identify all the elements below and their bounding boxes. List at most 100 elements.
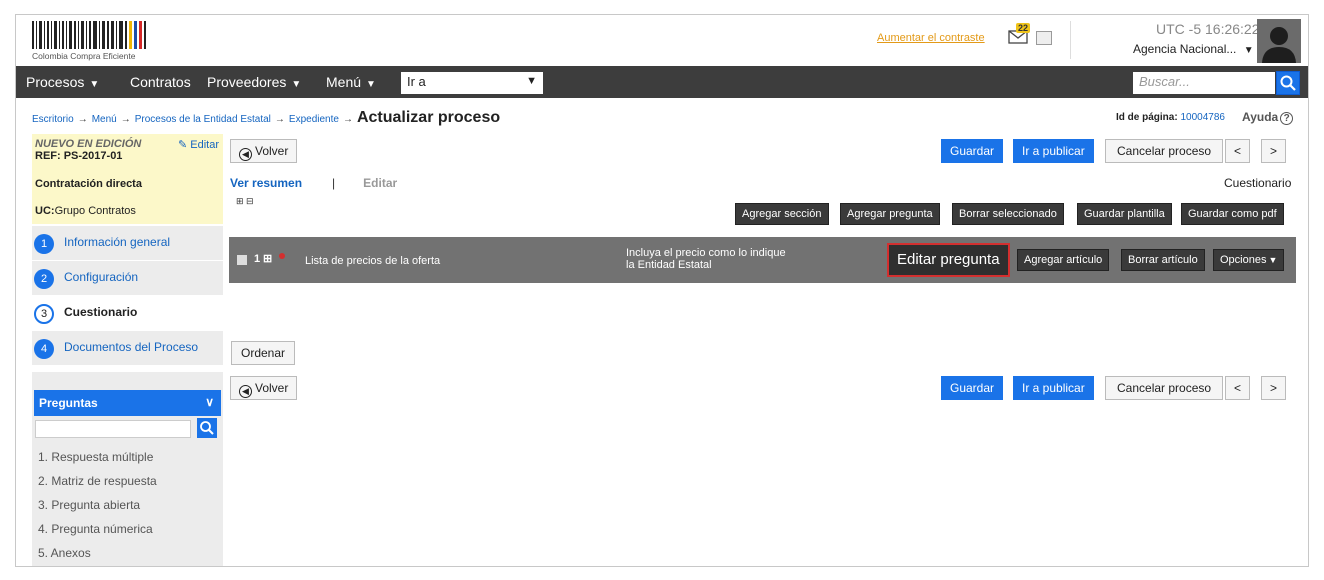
nav-proveedores[interactable]: Proveedores ▼ — [207, 74, 301, 90]
contract-type: Contratación directa — [32, 170, 223, 197]
guardar-button-bottom[interactable]: Guardar — [941, 376, 1004, 400]
goto-select[interactable]: Ir a ▼ — [401, 72, 543, 94]
pencil-icon: ✎ — [177, 139, 188, 151]
main-nav: Procesos ▼ Contratos Proveedores ▼ Menú ▼ I… — [16, 66, 1308, 98]
agregar-seccion-button[interactable]: Agregar sección — [735, 203, 829, 225]
step-label: Documentos del Proceso — [64, 340, 199, 354]
expand-collapse-icons[interactable]: ⊞ ⊟ — [236, 196, 254, 207]
step-label: Cuestionario — [64, 305, 138, 319]
question-description-line: la Entidad Estatal — [626, 259, 712, 271]
view-tabs: Ver resumen | Editar — [230, 176, 397, 190]
prev-button-top[interactable]: < — [1225, 139, 1251, 163]
nav-contratos[interactable]: Contratos — [130, 74, 191, 90]
next-button-bottom[interactable]: > — [1261, 376, 1287, 400]
step-documentos[interactable]: 4 Documentos del Proceso — [32, 331, 223, 365]
top-header: Colombia Compra Eficiente Aumentar el co… — [16, 15, 1308, 66]
goto-value: Ir a — [407, 74, 426, 89]
question-number: 1 — [254, 253, 261, 265]
ir-publicar-button-top[interactable]: Ir a publicar — [1013, 139, 1094, 163]
page-id-label: Id de página: — [1116, 112, 1178, 123]
question-type-item[interactable]: 4. Pregunta númerica — [38, 522, 157, 546]
question-row: 1 ⊞ Lista de precios de la oferta Incluy… — [229, 237, 1296, 283]
document-icon[interactable] — [1036, 31, 1052, 45]
step-number: 2 — [34, 269, 54, 289]
nav-procesos[interactable]: Procesos ▼ — [26, 74, 99, 90]
ir-publicar-button-bottom[interactable]: Ir a publicar — [1013, 376, 1094, 400]
tab-ver-resumen[interactable]: Ver resumen — [230, 176, 302, 190]
process-ref: REF: PS-2017-01 — [35, 150, 123, 162]
chevron-down-icon: ▼ — [291, 79, 302, 90]
questions-search-button[interactable] — [197, 418, 217, 438]
step-cuestionario[interactable]: 3 Cuestionario — [32, 296, 223, 330]
questions-search-input[interactable] — [35, 420, 191, 438]
guardar-plantilla-button[interactable]: Guardar plantilla — [1077, 203, 1172, 225]
uc-value: Grupo Contratos — [54, 205, 136, 217]
breadcrumb-procesos[interactable]: Procesos de la Entidad Estatal — [135, 114, 271, 125]
help-icon: ? — [1280, 112, 1294, 125]
avatar[interactable] — [1257, 19, 1301, 63]
section-label: Cuestionario — [1224, 176, 1292, 190]
breadcrumb-escritorio[interactable]: Escritorio — [32, 114, 74, 125]
search-button[interactable] — [1276, 71, 1300, 95]
chevron-down-icon: ∨ — [205, 395, 214, 409]
timezone-clock: UTC -5 16:26:22 — [1156, 21, 1260, 37]
arrow-right-icon: → — [342, 114, 353, 125]
agregar-articulo-button[interactable]: Agregar artículo — [1017, 249, 1110, 271]
agency-selector[interactable]: Agencia Nacional... ▼ — [1133, 42, 1254, 56]
question-type-item[interactable]: 5. Anexos — [38, 546, 157, 566]
step-label: Configuración — [64, 270, 139, 284]
guardar-button-top[interactable]: Guardar — [941, 139, 1004, 163]
expand-icon[interactable]: ⊞ — [263, 252, 272, 265]
edit-label: Editar — [190, 139, 219, 151]
nav-procesos-label: Procesos — [26, 74, 85, 90]
nav-menu[interactable]: Menú ▼ — [326, 74, 376, 90]
editar-pregunta-button[interactable]: Editar pregunta — [887, 243, 1010, 277]
questions-title: Preguntas — [39, 396, 98, 410]
opciones-label: Opciones — [1220, 254, 1267, 266]
prev-button-bottom[interactable]: < — [1225, 376, 1251, 400]
sidebar: NUEVO EN EDICIÓN REF: PS-2017-01 ✎ Edita… — [32, 134, 223, 566]
breadcrumb-expediente[interactable]: Expediente — [289, 114, 339, 125]
next-button-top[interactable]: > — [1261, 139, 1287, 163]
question-type-item[interactable]: 3. Pregunta abierta — [38, 498, 157, 522]
tab-editar[interactable]: Editar — [363, 176, 397, 190]
volver-button-bottom[interactable]: ◀ Volver — [230, 376, 298, 400]
volver-button-top[interactable]: ◀ Volver — [230, 139, 298, 163]
borrar-articulo-button[interactable]: Borrar artículo — [1121, 249, 1205, 271]
tab-separator: | — [332, 176, 336, 190]
volver-label: Volver — [255, 381, 289, 395]
borrar-seleccionado-button[interactable]: Borrar seleccionado — [952, 203, 1064, 225]
question-description-line: Incluya el precio como lo indique — [626, 247, 786, 259]
guardar-pdf-button[interactable]: Guardar como pdf — [1181, 203, 1284, 225]
cancelar-proceso-button-bottom[interactable]: Cancelar proceso — [1105, 376, 1224, 400]
notifications-badge: 22 — [1016, 23, 1031, 33]
logo[interactable]: Colombia Compra Eficiente — [32, 21, 152, 61]
help-link[interactable]: Ayuda? — [1242, 110, 1294, 125]
edit-status-link[interactable]: ✎ Editar — [178, 138, 219, 151]
chevron-down-icon: ▼ — [526, 75, 537, 87]
page-id-value: 10004786 — [1180, 112, 1225, 123]
question-type-item[interactable]: 1. Respuesta múltiple — [38, 450, 157, 474]
process-status: NUEVO EN EDICIÓN REF: PS-2017-01 ✎ Edita… — [32, 134, 223, 170]
agency-name: Agencia Nacional... — [1133, 42, 1237, 56]
step-number: 4 — [34, 339, 54, 359]
questions-header[interactable]: Preguntas ∨ — [34, 390, 221, 416]
nav-menu-label: Menú — [326, 74, 362, 90]
question-description: Incluya el precio como lo indique la Ent… — [626, 247, 826, 271]
agregar-pregunta-button[interactable]: Agregar pregunta — [840, 203, 940, 225]
step-informacion-general[interactable]: 1 Información general — [32, 226, 223, 260]
step-label: Información general — [64, 235, 171, 249]
search-input[interactable]: Buscar... — [1133, 72, 1275, 94]
cancelar-proceso-button-top[interactable]: Cancelar proceso — [1105, 139, 1224, 163]
required-indicator-icon — [279, 253, 285, 259]
step-configuracion[interactable]: 2 Configuración — [32, 261, 223, 295]
breadcrumb-menu[interactable]: Menú — [92, 114, 117, 125]
question-type-item[interactable]: 2. Matriz de respuesta — [38, 474, 157, 498]
uc-label: UC: — [35, 205, 55, 217]
opciones-button[interactable]: Opciones ▼ — [1213, 249, 1285, 271]
ordenar-button[interactable]: Ordenar — [231, 341, 296, 365]
question-checkbox[interactable] — [237, 255, 247, 265]
contrast-link[interactable]: Aumentar el contraste — [877, 32, 985, 44]
question-title: Lista de precios de la oferta — [305, 255, 441, 267]
search-icon — [1280, 75, 1296, 91]
